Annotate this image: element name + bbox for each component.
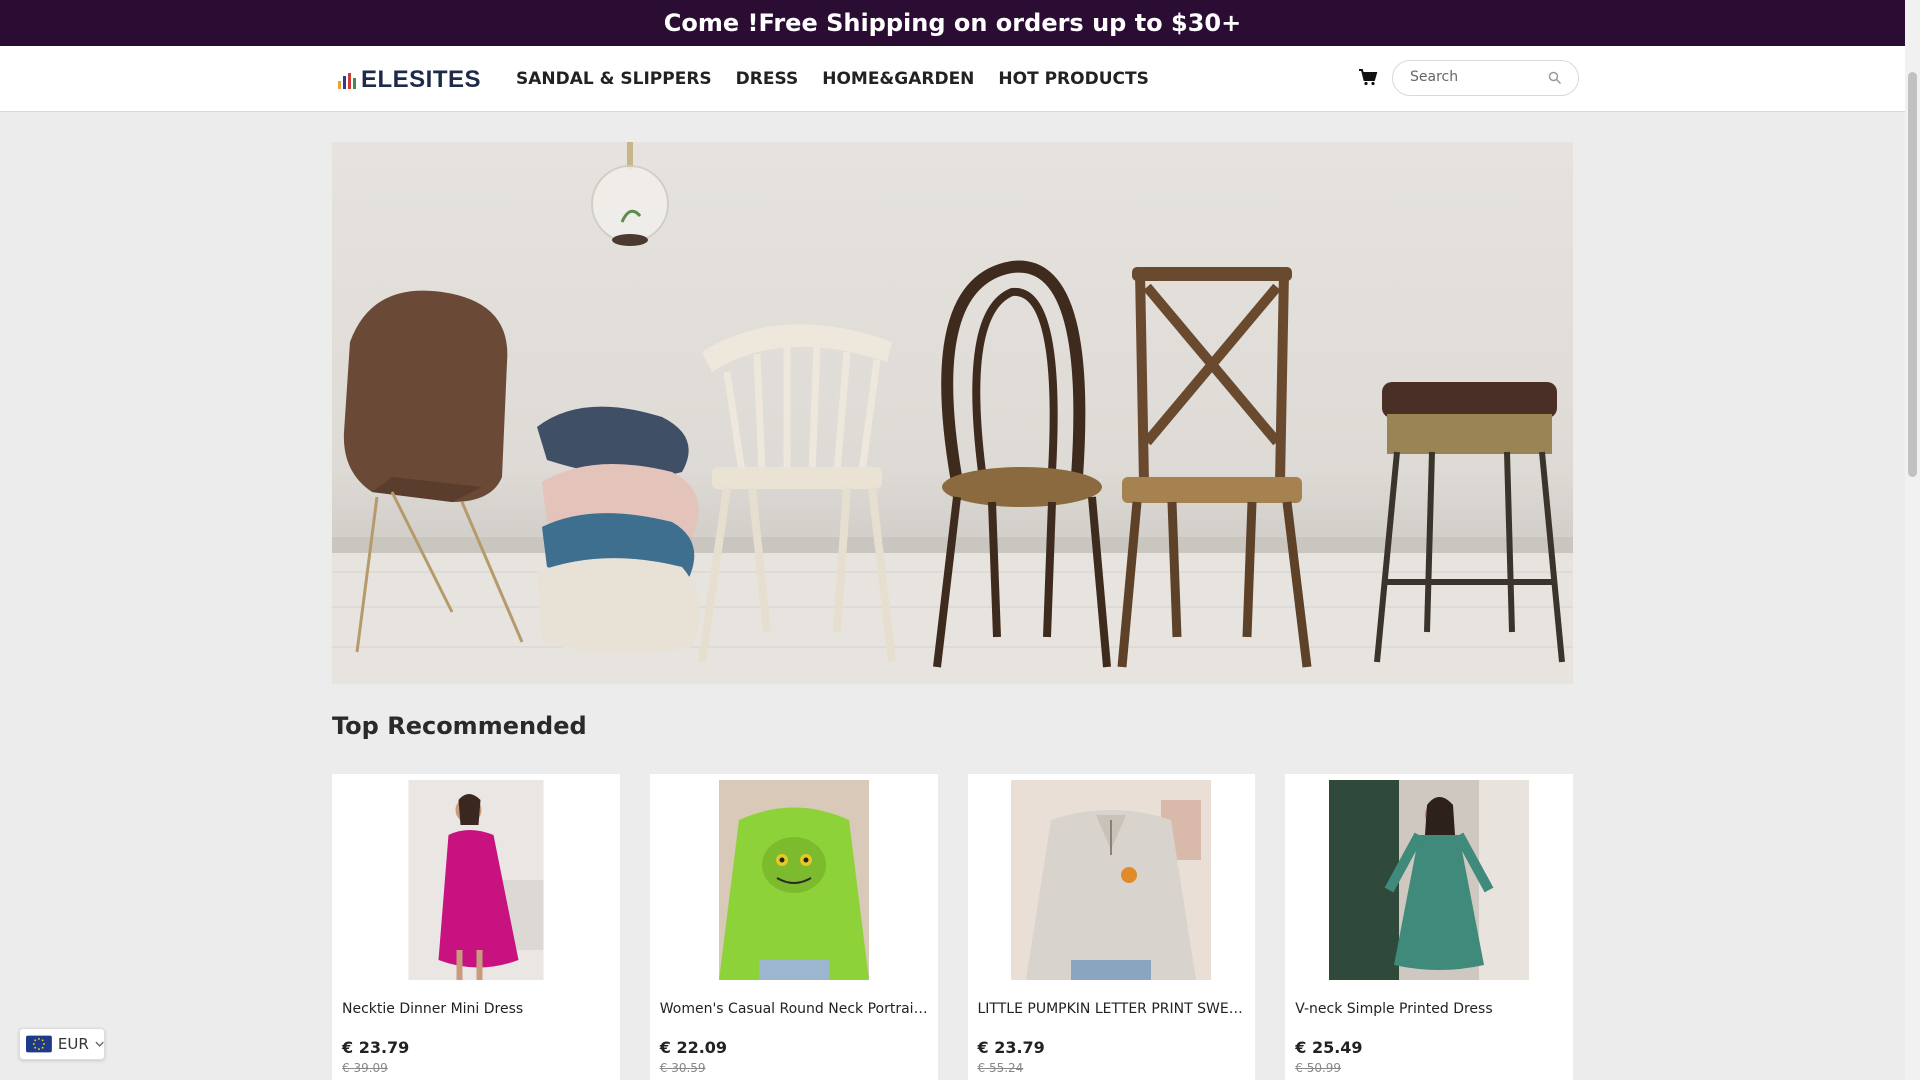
product-name[interactable]: Women's Casual Round Neck Portrait Pri..…	[660, 1001, 930, 1017]
search-input[interactable]	[1410, 69, 1540, 85]
site-logo[interactable]: ELESITES	[338, 66, 481, 94]
logo-text: ELESITES	[361, 66, 482, 93]
product-card[interactable]: V-neck Simple Printed Dress € 25.49 € 50…	[1285, 774, 1573, 1080]
announcement-text: Come !Free Shipping on orders up to $30+	[663, 9, 1242, 37]
hero-chairs-image	[332, 142, 1573, 684]
search-icon[interactable]	[1548, 70, 1564, 86]
product-image[interactable]	[408, 780, 544, 980]
product-card[interactable]: LITTLE PUMPKIN LETTER PRINT SWEATS... € …	[967, 774, 1256, 1080]
product-card[interactable]: Women's Casual Round Neck Portrait Pri..…	[649, 774, 938, 1080]
announcement-bar: Come !Free Shipping on orders up to $30+	[0, 0, 1905, 46]
product-grid: Necktie Dinner Mini Dress € 23.79 € 39.0…	[332, 774, 1573, 1080]
product-old-price: € 50.99	[1295, 1061, 1342, 1075]
product-price: € 23.79	[342, 1038, 410, 1057]
product-name[interactable]: Necktie Dinner Mini Dress	[342, 1001, 612, 1017]
section-title: Top Recommended	[332, 712, 587, 740]
search-box	[1392, 60, 1579, 96]
chevron-down-icon	[95, 1041, 104, 1047]
scrollbar-thumb[interactable]	[1908, 72, 1917, 477]
nav-item-sandal-slippers[interactable]: SANDAL & SLIPPERS	[516, 69, 712, 89]
currency-selector[interactable]: EUR	[19, 1028, 105, 1060]
cart-icon[interactable]	[1358, 67, 1380, 89]
site-header: ELESITES SANDAL & SLIPPERS DRESS HOME&GA…	[0, 46, 1905, 112]
nav-item-hot-products[interactable]: HOT PRODUCTS	[998, 69, 1148, 89]
product-old-price: € 30.59	[659, 1061, 706, 1075]
product-image[interactable]	[1329, 780, 1530, 980]
product-price: € 23.79	[977, 1038, 1045, 1057]
product-old-price: € 39.09	[342, 1061, 388, 1075]
product-price: € 22.09	[659, 1038, 728, 1057]
main-nav: SANDAL & SLIPPERS DRESS HOME&GARDEN HOT …	[516, 46, 1149, 112]
hero-banner[interactable]	[332, 142, 1573, 684]
product-image[interactable]	[1011, 780, 1212, 980]
product-name[interactable]: LITTLE PUMPKIN LETTER PRINT SWEATS...	[978, 1001, 1248, 1017]
currency-code: EUR	[57, 1035, 89, 1053]
product-card[interactable]: Necktie Dinner Mini Dress € 23.79 € 39.0…	[332, 774, 620, 1080]
page-scrollbar[interactable]	[1905, 0, 1920, 1080]
product-old-price: € 55.24	[977, 1061, 1024, 1075]
nav-item-dress[interactable]: DRESS	[736, 69, 799, 89]
product-price: € 25.49	[1295, 1038, 1363, 1057]
product-name[interactable]: V-neck Simple Printed Dress	[1295, 1001, 1565, 1017]
eu-flag-icon	[26, 1035, 52, 1053]
logo-bars-icon	[338, 71, 356, 89]
product-image[interactable]	[718, 780, 869, 980]
nav-item-home-garden[interactable]: HOME&GARDEN	[822, 69, 974, 89]
